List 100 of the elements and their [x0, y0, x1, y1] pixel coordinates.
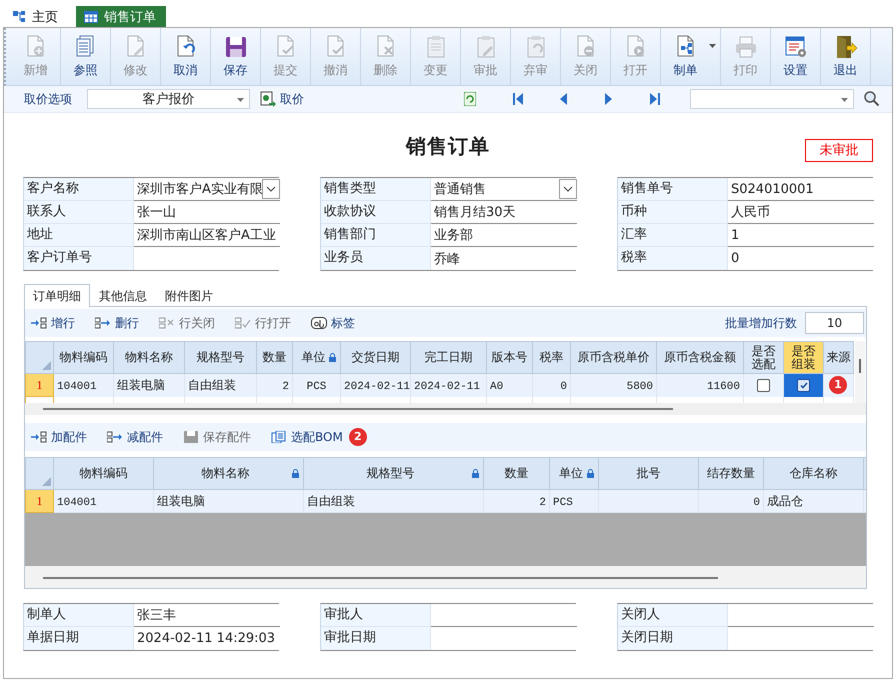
field-label: 客户订单号 — [24, 247, 134, 270]
corner-triangle-icon — [42, 477, 51, 486]
column-header[interactable]: 结存数量 — [698, 458, 764, 490]
number-badge: 2 — [348, 428, 367, 446]
toolbar-button[interactable]: 取消 — [161, 28, 211, 85]
table-cell: 自由组装 — [307, 494, 355, 508]
input-field[interactable]: 深圳市客户A实业有限 — [134, 178, 280, 201]
copy-document-icon — [271, 431, 287, 443]
field-label: 关闭日期 — [618, 627, 728, 650]
column-header[interactable]: 单位 — [292, 342, 340, 374]
column-header[interactable]: 原币含税单价 — [570, 342, 656, 374]
remove-row-icon — [107, 431, 123, 443]
column-header[interactable]: 仓库名称 — [764, 458, 864, 490]
toolbar-button[interactable]: 减配件 — [107, 428, 163, 446]
tab[interactable]: 附件图片 — [156, 285, 222, 306]
horizontal-scrollbar[interactable] — [25, 566, 866, 588]
field-label: 税率 — [618, 247, 728, 270]
table-cell: 5800 — [626, 380, 653, 393]
toolbar-button[interactable]: 删行 — [95, 314, 139, 332]
table-cell[interactable] — [744, 374, 784, 396]
toolbar-button[interactable]: 选配BOM 2 — [271, 428, 367, 446]
column-header[interactable]: 完工日期 — [410, 342, 486, 374]
window-tab[interactable]: 主页 — [8, 6, 68, 27]
row-number[interactable]: 1 — [26, 490, 54, 512]
checkbox[interactable] — [757, 379, 770, 392]
input-field[interactable]: 张一山 — [134, 201, 280, 224]
column-header[interactable]: 物料编码 — [54, 458, 154, 490]
column-header[interactable]: 是否选配 — [744, 342, 784, 374]
toolbar-button[interactable]: 设置 — [771, 28, 821, 85]
row-number[interactable]: 1 — [26, 374, 54, 396]
column-header[interactable]: 原币含税金额 — [656, 342, 744, 374]
column-header[interactable]: 版本号 — [486, 342, 532, 374]
tab[interactable]: 订单明细 — [24, 284, 90, 307]
table-cell: 2 — [539, 496, 546, 508]
column-header[interactable]: 税率 — [532, 342, 570, 374]
field-label: 联系人 — [24, 201, 134, 224]
table-icon — [84, 10, 98, 22]
fetch-price-button[interactable]: 取价 — [260, 90, 304, 108]
search-icon — [864, 91, 880, 107]
table-cell: 成品仓 — [767, 494, 803, 508]
field-label: 销售类型 — [321, 178, 431, 201]
input-field[interactable]: 普通销售 — [431, 178, 577, 201]
column-header[interactable]: 规格型号 — [184, 342, 256, 374]
field-label: 收款协议 — [321, 201, 431, 224]
input-field[interactable]: 乔峰 — [431, 247, 577, 270]
form-title: 销售订单 — [406, 133, 490, 160]
input-field[interactable]: 张三丰 — [134, 604, 280, 627]
tree-icon — [12, 10, 26, 24]
row-cross-icon — [159, 317, 175, 329]
option-dropdown[interactable]: 客户报价 — [87, 89, 250, 109]
column-header[interactable]: 规格型号 — [304, 458, 484, 490]
toolbar-button[interactable]: 制单 — [661, 28, 721, 85]
table-cell: 104001 — [57, 380, 97, 393]
column-header[interactable]: 来源 — [824, 342, 854, 374]
column-header[interactable]: 批号 — [598, 458, 698, 490]
toolbar-button[interactable]: 增行 — [31, 314, 75, 332]
toolbar-button[interactable]: 参照 — [61, 28, 111, 85]
input-field[interactable]: S024010001 — [728, 178, 874, 201]
column-header[interactable]: 单位 — [550, 458, 598, 490]
column-header[interactable]: 物料名称 — [114, 342, 184, 374]
horizontal-scrollbar[interactable] — [25, 403, 866, 415]
field-label: 关闭人 — [618, 604, 728, 627]
input-field[interactable] — [728, 604, 874, 627]
table-cell: 组装电脑 — [117, 378, 165, 392]
corner-triangle-icon — [42, 361, 51, 370]
input-field[interactable]: 人民币 — [728, 201, 874, 224]
table-cell: 11600 — [706, 380, 740, 393]
input-field[interactable]: 1 — [728, 224, 874, 247]
column-header[interactable]: 交货日期 — [340, 342, 410, 374]
toolbar-button[interactable]: 加配件 — [31, 428, 87, 446]
tab[interactable]: 其他信息 — [90, 285, 156, 306]
window-tab[interactable]: 销售订单 — [76, 6, 166, 27]
toolbar-button[interactable]: 保存 — [211, 28, 261, 85]
toolbar-button[interactable]: 退出 — [821, 28, 871, 85]
table-cell: 2024-02-11 — [414, 380, 480, 393]
row-count-field[interactable]: 10 — [805, 312, 864, 334]
input-field[interactable] — [431, 604, 577, 627]
table-cell: A0 — [490, 380, 504, 393]
add-row-icon — [31, 317, 47, 329]
column-header[interactable]: 物料编码 — [54, 342, 114, 374]
next-icon — [605, 93, 612, 105]
table-cell: 2 — [282, 380, 289, 393]
label-icon — [311, 317, 327, 329]
column-header[interactable]: 数量 — [256, 342, 292, 374]
column-header[interactable]: 数量 — [484, 458, 550, 490]
checkbox[interactable] — [797, 379, 810, 392]
column-header[interactable]: 物料名称 — [154, 458, 304, 490]
toolbar-button[interactable]: 标签 — [311, 314, 355, 332]
field-label: 地址 — [24, 224, 134, 247]
table-cell: 0 — [753, 496, 760, 508]
input-field[interactable]: 业务部 — [431, 224, 577, 247]
column-header[interactable]: 是否组装 — [784, 342, 824, 374]
row-check-icon — [235, 317, 251, 329]
vertical-scrollbar[interactable] — [855, 341, 865, 403]
batch-label: 批量增加行数 — [725, 314, 797, 332]
field-label: 审批日期 — [321, 627, 431, 650]
input-field[interactable]: 深圳市南山区客户A工业 — [134, 224, 280, 247]
input-field[interactable]: 销售月结30天 — [431, 201, 577, 224]
field-label: 币种 — [618, 201, 728, 224]
field-label: 制单人 — [24, 604, 134, 627]
